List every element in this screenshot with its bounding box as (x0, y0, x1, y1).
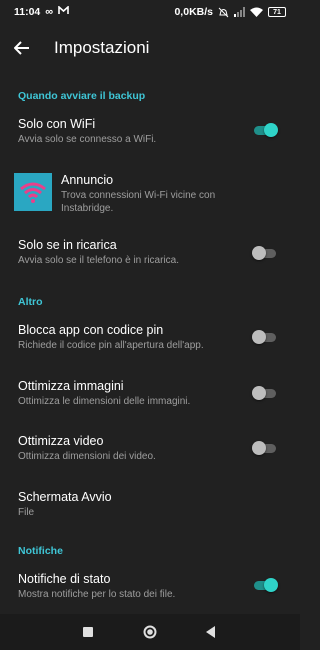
battery-icon: 71 (268, 7, 286, 17)
status-bar: 11:04 ∞ 0,0KB/s 71 (0, 0, 300, 24)
recents-button[interactable] (80, 624, 96, 640)
back-nav-button[interactable] (203, 624, 219, 640)
pref-subtitle: Ottimizza dimensioni dei video. (18, 451, 156, 462)
pin-lock-toggle[interactable] (252, 330, 278, 344)
pref-subtitle: Richiede il codice pin all'apertura dell… (18, 340, 204, 351)
arrow-back-icon (14, 41, 29, 55)
pref-pin-lock[interactable]: Blocca app con codice pin Richiede il co… (0, 316, 300, 362)
pref-title: Blocca app con codice pin (18, 323, 164, 337)
status-time: 11:04 (14, 6, 41, 18)
pref-subtitle: Mostra notifiche per lo stato dei file. (18, 589, 176, 600)
ad-subtitle-line1: Trova connessioni Wi-Fi vicine con (61, 190, 216, 201)
system-nav-bar (0, 614, 300, 650)
pref-title: Notifiche di stato (18, 572, 111, 586)
pref-subtitle: File (18, 507, 35, 518)
back-button[interactable] (2, 28, 42, 68)
pref-title: Solo se in ricarica (18, 238, 117, 252)
wifi-only-toggle[interactable] (252, 123, 278, 137)
pref-title: Ottimizza video (18, 434, 104, 448)
optimize-video-toggle[interactable] (252, 441, 278, 455)
wifi-status-icon (250, 7, 263, 17)
pref-title: Schermata Avvio (18, 490, 112, 504)
section-header-altro: Altro (18, 296, 43, 308)
ad-title: Annuncio (61, 173, 114, 187)
ad-subtitle-line2: Instabridge. (61, 203, 114, 214)
optimize-images-toggle[interactable] (252, 386, 278, 400)
no-sound-icon (218, 7, 229, 18)
page-title: Impostazioni (54, 38, 150, 57)
battery-level: 71 (273, 8, 281, 16)
pref-startup-screen[interactable]: Schermata Avvio File (0, 483, 300, 529)
app-bar: Impostazioni (0, 24, 300, 72)
net-speed: 0,0KB/s (174, 6, 213, 18)
ad-subtitle: Trova connessioni Wi-Fi vicine con Insta… (61, 189, 281, 215)
pref-subtitle: Avvia solo se il telefono è in ricarica. (18, 255, 180, 266)
infinity-icon: ∞ (45, 6, 54, 18)
pref-title: Solo con WiFi (18, 117, 96, 131)
m-icon (58, 5, 69, 18)
status-notifications-toggle[interactable] (252, 578, 278, 592)
pref-subtitle: Ottimizza le dimensioni delle immagini. (18, 396, 191, 407)
home-button[interactable] (141, 623, 159, 641)
section-header-notifiche: Notifiche (18, 545, 63, 557)
pref-charging-only[interactable]: Solo se in ricarica Avvia solo se il tel… (0, 231, 300, 277)
pref-wifi-only[interactable]: Solo con WiFi Avvia solo se connesso a W… (0, 110, 300, 156)
triangle-back-icon (206, 626, 215, 638)
instabridge-wifi-icon (14, 173, 52, 211)
pref-optimize-images[interactable]: Ottimizza immagini Ottimizza le dimensio… (0, 372, 300, 418)
pref-optimize-video[interactable]: Ottimizza video Ottimizza dimensioni dei… (0, 427, 300, 473)
signal-icon (234, 7, 245, 17)
circle-icon (143, 625, 157, 639)
charging-only-toggle[interactable] (252, 246, 278, 260)
square-icon (83, 627, 93, 637)
section-header-backup: Quando avviare il backup (18, 90, 146, 102)
pref-title: Ottimizza immagini (18, 379, 124, 393)
pref-subtitle: Avvia solo se connesso a WiFi. (18, 134, 157, 145)
pref-status-notifications[interactable]: Notifiche di stato Mostra notifiche per … (0, 565, 300, 611)
